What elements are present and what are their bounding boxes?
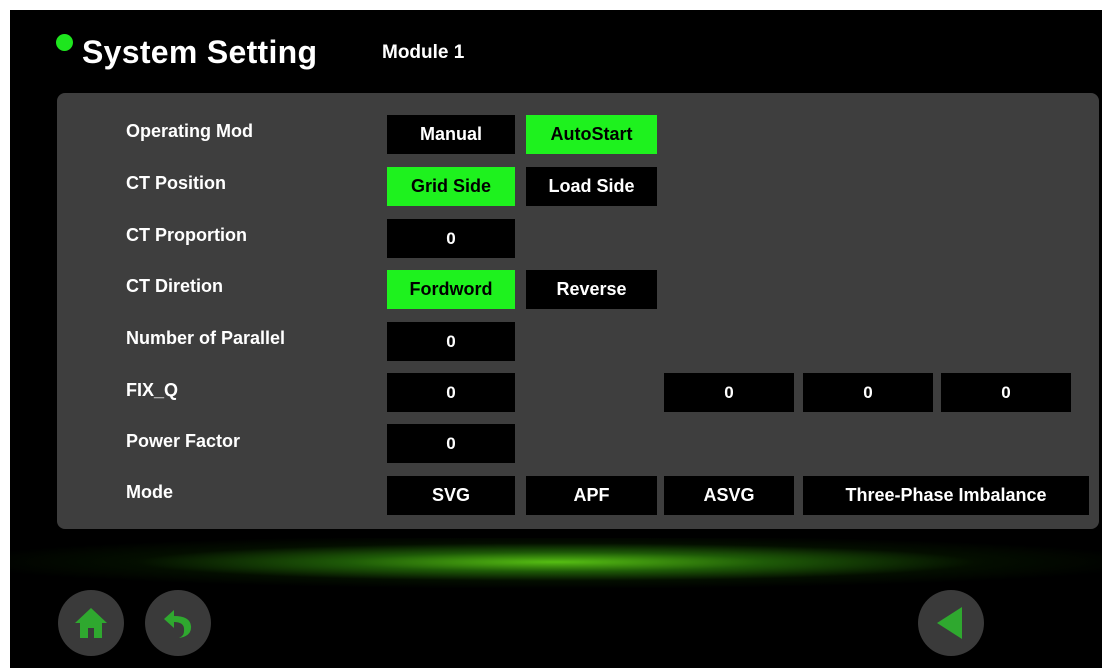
operating-mode-label: Operating Mod	[126, 121, 253, 141]
settings-panel: Operating Mod Manual AutoStart CT Positi…	[57, 93, 1099, 529]
ct-position-label: CT Position	[126, 173, 226, 193]
status-indicator-icon	[56, 34, 73, 51]
number-of-parallel-input[interactable]: 0	[387, 322, 515, 361]
module-label: Module 1	[382, 42, 465, 63]
home-icon	[75, 608, 107, 638]
page-title: System Setting	[82, 34, 318, 70]
power-factor-input[interactable]: 0	[387, 424, 515, 463]
app-window: System Setting Module 1 Operating Mod Ma…	[10, 10, 1102, 668]
triangle-left-icon	[937, 607, 962, 639]
svg-mode-button[interactable]: SVG	[387, 476, 515, 515]
number-of-parallel-label: Number of Parallel	[126, 328, 286, 348]
fix-q-input-4[interactable]: 0	[941, 373, 1071, 412]
autostart-button[interactable]: AutoStart	[526, 115, 657, 154]
load-side-button[interactable]: Load Side	[526, 167, 657, 206]
previous-page-button[interactable]	[918, 590, 984, 656]
fix-q-label: FIX_Q	[126, 380, 179, 400]
fix-q-input-2[interactable]: 0	[664, 373, 794, 412]
fix-q-input-1[interactable]: 0	[387, 373, 515, 412]
power-factor-label: Power Factor	[126, 431, 241, 451]
undo-arrow-icon	[164, 610, 192, 638]
green-glow-divider	[10, 538, 1102, 598]
asvg-mode-button[interactable]: ASVG	[664, 476, 794, 515]
reverse-button[interactable]: Reverse	[526, 270, 657, 309]
undo-button[interactable]	[145, 590, 211, 656]
home-button[interactable]	[58, 590, 124, 656]
ct-proportion-input[interactable]: 0	[387, 219, 515, 258]
fix-q-input-3[interactable]: 0	[803, 373, 933, 412]
ct-direction-label: CT Diretion	[126, 276, 223, 296]
mode-label: Mode	[126, 482, 173, 502]
forward-button[interactable]: Fordword	[387, 270, 515, 309]
ct-proportion-label: CT Proportion	[126, 225, 247, 245]
three-phase-imbalance-button[interactable]: Three-Phase Imbalance	[803, 476, 1089, 515]
grid-side-button[interactable]: Grid Side	[387, 167, 515, 206]
apf-mode-button[interactable]: APF	[526, 476, 657, 515]
manual-button[interactable]: Manual	[387, 115, 515, 154]
